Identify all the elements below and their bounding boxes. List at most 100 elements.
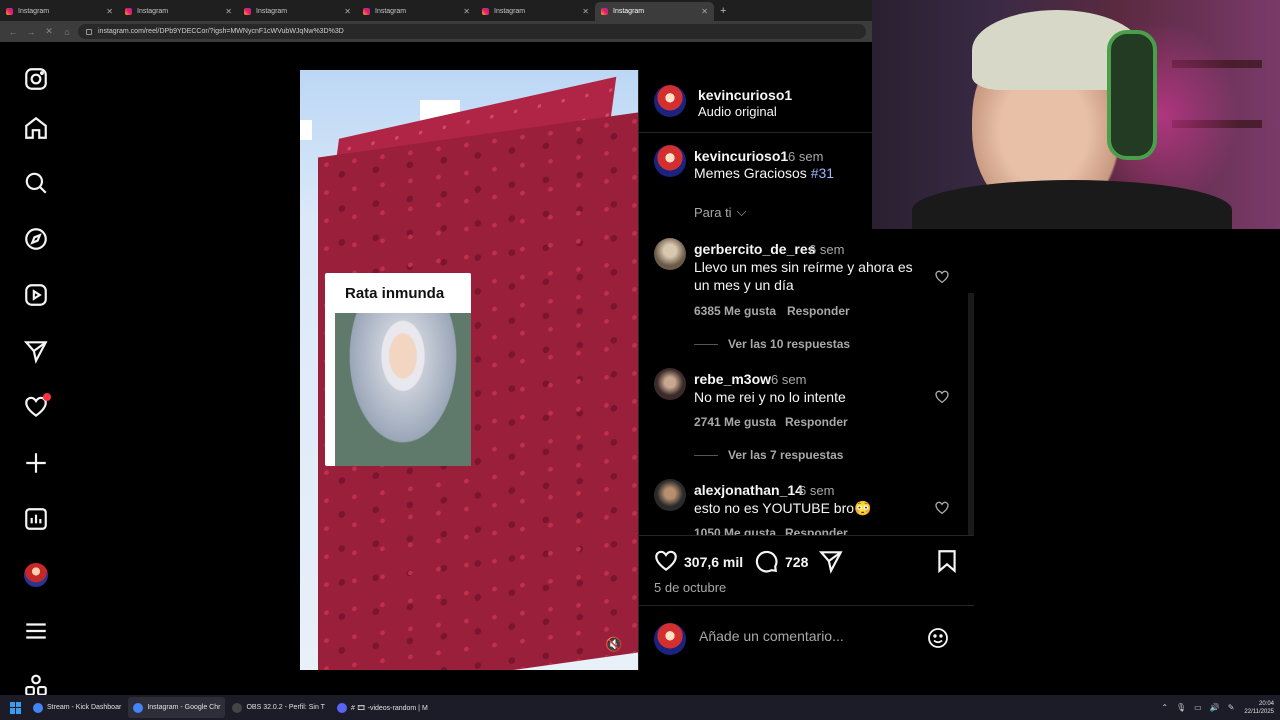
- taskbar-item[interactable]: Stream - Kick Dashboar: [28, 697, 126, 718]
- close-tab-icon[interactable]: ✕: [463, 7, 470, 16]
- chevron-up-icon[interactable]: ⌃: [1161, 703, 1168, 712]
- instagram-favicon-icon: [601, 8, 608, 15]
- close-tab-icon[interactable]: ✕: [225, 7, 232, 16]
- comment-username[interactable]: gerbercito_de_res: [694, 241, 815, 257]
- like-icon[interactable]: [653, 548, 679, 574]
- browser-tab[interactable]: Instagram ✕: [119, 2, 238, 21]
- comment-time: 6 sem: [799, 483, 835, 498]
- dashboard-icon[interactable]: [22, 505, 50, 533]
- microphone-icon[interactable]: 🎙: [1176, 703, 1186, 712]
- clock[interactable]: 20:04 22/11/2025: [1244, 700, 1274, 716]
- close-tab-icon[interactable]: ✕: [106, 7, 113, 16]
- instagram-favicon-icon: [482, 8, 489, 15]
- browser-tab[interactable]: Instagram ✕: [238, 2, 357, 21]
- tab-title: Instagram: [137, 8, 169, 15]
- tab-title: Instagram: [375, 8, 407, 15]
- instagram-favicon-icon: [363, 8, 370, 15]
- browser-tab[interactable]: Instagram ✕: [0, 2, 119, 21]
- comment-time: 6 sem: [809, 242, 845, 257]
- back-icon[interactable]: ←: [6, 27, 20, 37]
- explore-icon[interactable]: [22, 225, 50, 253]
- author-avatar[interactable]: [654, 145, 686, 177]
- share-icon[interactable]: [818, 548, 844, 574]
- more-menu-icon[interactable]: [22, 617, 50, 645]
- translation-toggle[interactable]: Para ti ⌵: [694, 204, 746, 220]
- comment-likes[interactable]: 1050 Me gusta: [694, 526, 776, 535]
- comment-time: 6 sem: [771, 372, 807, 387]
- commenter-avatar[interactable]: [654, 238, 686, 270]
- create-icon[interactable]: [22, 449, 50, 477]
- headset: [1107, 30, 1157, 160]
- like-comment-icon[interactable]: [934, 269, 950, 285]
- like-count[interactable]: 307,6 mil: [684, 554, 743, 570]
- commenter-avatar[interactable]: [654, 479, 686, 511]
- save-bookmark-icon[interactable]: [934, 548, 960, 574]
- comment-username[interactable]: alexjonathan_14: [694, 482, 803, 498]
- mute-icon[interactable]: 🔇: [605, 636, 622, 653]
- home-icon[interactable]: [22, 114, 50, 142]
- forward-icon[interactable]: →: [24, 27, 38, 37]
- user-avatar[interactable]: [654, 623, 686, 655]
- reply-button[interactable]: Responder: [785, 526, 848, 535]
- emoji-icon[interactable]: [926, 626, 950, 650]
- audio-label[interactable]: Audio original: [698, 104, 777, 119]
- pen-icon[interactable]: ✎: [1228, 703, 1235, 712]
- tab-title: Instagram: [494, 8, 526, 15]
- site-info-icon[interactable]: [86, 28, 92, 35]
- comment-icon[interactable]: [753, 548, 779, 574]
- new-tab-icon[interactable]: +: [720, 2, 726, 21]
- comments-scrollbar[interactable]: [968, 293, 974, 535]
- comment-username[interactable]: rebe_m3ow: [694, 371, 771, 387]
- notifications-heart-icon[interactable]: [22, 393, 51, 421]
- comment-input[interactable]: [699, 628, 919, 644]
- add-comment-bar: [639, 605, 974, 670]
- obs-icon: [232, 702, 243, 713]
- like-comment-icon[interactable]: [934, 389, 950, 405]
- url-field[interactable]: instagram.com/reel/DPb9YDECCor/?igsh=MWN…: [78, 24, 866, 39]
- taskbar-item[interactable]: # 🎞 -videos-random | M: [332, 697, 433, 718]
- windows-start-icon[interactable]: [10, 701, 22, 714]
- view-replies-label: Ver las 7 respuestas: [728, 448, 844, 462]
- instagram-sidebar: [0, 43, 72, 695]
- post-actions: 307,6 mil 728 5 de octubre: [639, 535, 974, 605]
- profile-avatar[interactable]: [22, 561, 50, 589]
- reply-button[interactable]: Responder: [785, 415, 848, 429]
- stop-icon[interactable]: ✕: [42, 26, 56, 37]
- view-replies-button[interactable]: Ver las 7 respuestas: [694, 448, 843, 462]
- taskbar-item-label: # 🎞 -videos-random | M: [350, 704, 428, 712]
- messages-icon[interactable]: [22, 337, 50, 365]
- browser-tab[interactable]: Instagram ✕: [357, 2, 476, 21]
- instagram-favicon-icon: [244, 8, 251, 15]
- taskbar-item[interactable]: OBS 32.0.2 - Perfil: Sin T: [227, 697, 329, 718]
- reels-icon[interactable]: [22, 281, 50, 309]
- taskbar-item-label: Stream - Kick Dashboar: [47, 704, 122, 711]
- translation-label: Para ti: [694, 204, 732, 220]
- commenter-avatar[interactable]: [654, 368, 686, 400]
- like-comment-icon[interactable]: [934, 500, 950, 516]
- author-username[interactable]: kevincurioso1: [698, 87, 792, 103]
- close-tab-icon[interactable]: ✕: [582, 7, 589, 16]
- caption-hashtag[interactable]: #31: [811, 165, 834, 181]
- meme-title: Rata inmunda: [345, 285, 445, 302]
- meme-overlay: Rata inmunda: [325, 273, 471, 466]
- view-replies-button[interactable]: Ver las 10 respuestas: [694, 337, 850, 351]
- close-tab-icon[interactable]: ✕: [701, 7, 708, 16]
- volume-icon[interactable]: 🔊: [1210, 703, 1220, 712]
- also-from-meta-icon[interactable]: [22, 673, 50, 695]
- divider-line: [694, 343, 718, 345]
- search-icon[interactable]: [22, 169, 50, 197]
- close-tab-icon[interactable]: ✕: [344, 7, 351, 16]
- comment-likes[interactable]: 6385 Me gusta: [694, 304, 776, 318]
- taskbar-item[interactable]: Instagram - Google Chr: [128, 697, 226, 718]
- comment-likes[interactable]: 2741 Me gusta: [694, 415, 776, 429]
- reply-button[interactable]: Responder: [787, 304, 850, 318]
- home-icon[interactable]: ⌂: [60, 27, 74, 37]
- post-date: 5 de octubre: [654, 580, 727, 595]
- browser-tab-active[interactable]: Instagram ✕: [595, 2, 714, 21]
- caption-username[interactable]: kevincurioso1: [694, 148, 788, 164]
- author-avatar[interactable]: [654, 85, 686, 117]
- browser-tab[interactable]: Instagram ✕: [476, 2, 595, 21]
- network-icon[interactable]: ▭: [1194, 703, 1202, 712]
- instagram-logo-icon[interactable]: [22, 65, 50, 93]
- browser-tab-bar: Instagram ✕ Instagram ✕ Instagram ✕ Instagr…: [0, 0, 872, 21]
